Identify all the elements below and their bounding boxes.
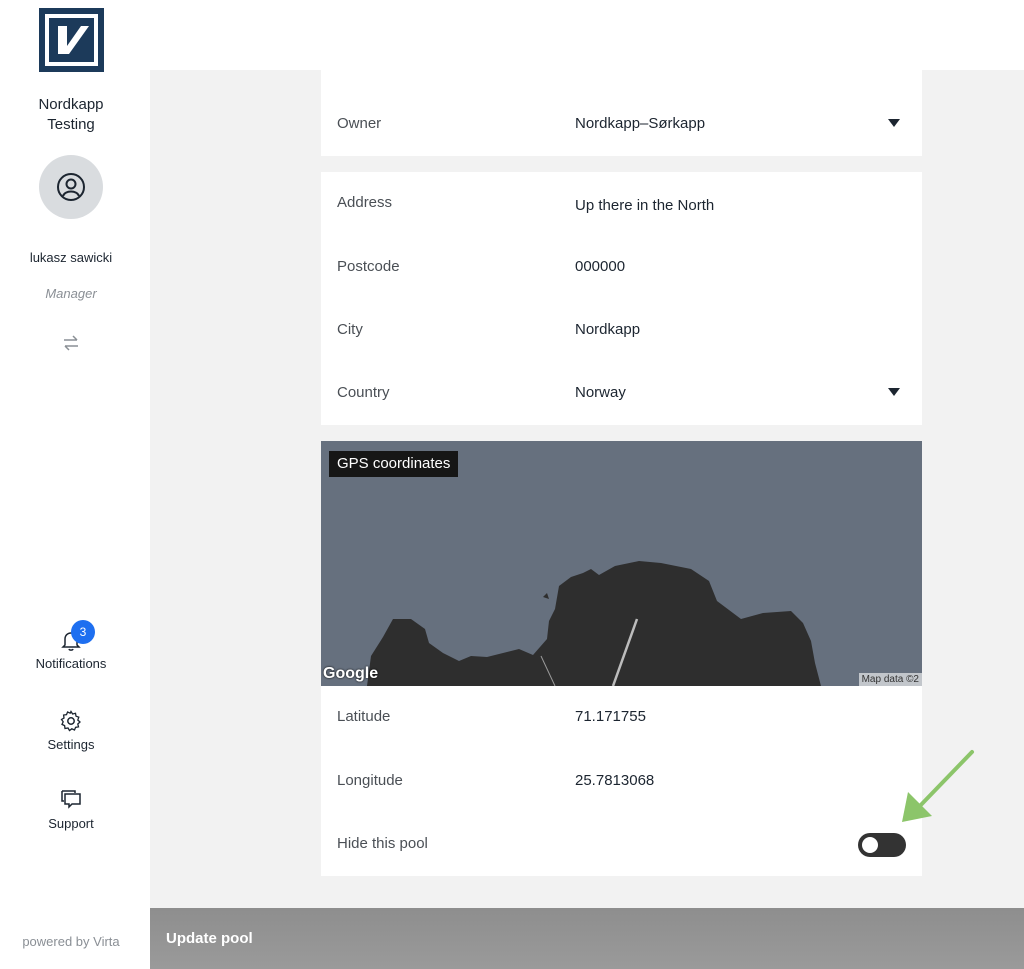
latitude-input[interactable]: 71.171755 (575, 708, 646, 725)
switch-arrows-icon[interactable] (61, 333, 81, 353)
gps-map[interactable]: GPS coordinates Google Map data ©2 (321, 441, 922, 686)
toggle-knob (862, 837, 878, 853)
city-label: City (337, 321, 363, 338)
nav-settings[interactable]: Settings (0, 709, 142, 752)
coordinates-card: Latitude 71.171755 Longitude 25.7813068 … (321, 686, 922, 876)
address-label: Address (337, 194, 393, 211)
footer-bar: Update pool (150, 908, 1024, 969)
nav-settings-label: Settings (47, 737, 95, 752)
avatar[interactable] (39, 155, 103, 219)
address-row[interactable]: Address Up there in the North (321, 184, 922, 224)
city-input[interactable]: Nordkapp (575, 321, 640, 338)
user-name: lukasz sawicki (29, 250, 113, 265)
map-terrain (367, 561, 821, 686)
sidebar: Nordkapp Testing lukasz sawicki Manager … (0, 0, 150, 969)
latitude-row[interactable]: Latitude 71.171755 (321, 698, 922, 738)
organization-name: Nordkapp Testing (38, 96, 104, 133)
latitude-label: Latitude (337, 708, 391, 725)
postcode-row[interactable]: Postcode 000000 (321, 248, 922, 288)
address-input[interactable]: Up there in the North (575, 197, 714, 214)
update-pool-button[interactable]: Update pool (166, 930, 253, 947)
gear-icon (60, 710, 81, 732)
owner-card: Owner Nordkapp–Sørkapp (321, 70, 922, 156)
map-title: GPS coordinates (329, 451, 459, 477)
google-logo[interactable]: Google (323, 665, 378, 683)
nav-support[interactable]: Support (0, 788, 142, 831)
address-card: Address Up there in the North Postcode 0… (321, 172, 922, 425)
longitude-row[interactable]: Longitude 25.7813068 (321, 762, 922, 802)
map-credit[interactable]: Map data ©2 (858, 673, 922, 686)
postcode-input[interactable]: 000000 (575, 258, 625, 275)
city-row[interactable]: City Nordkapp (321, 311, 922, 351)
owner-row[interactable]: Owner Nordkapp–Sørkapp (321, 105, 922, 145)
user-circle-icon (57, 173, 85, 201)
virta-logo-icon[interactable] (39, 8, 104, 72)
postcode-label: Postcode (337, 258, 400, 275)
country-label: Country (337, 384, 390, 401)
powered-by-text: powered by Virta (22, 934, 120, 949)
chevron-down-icon[interactable] (888, 388, 900, 396)
hide-pool-label: Hide this pool (337, 835, 428, 852)
owner-select[interactable]: Nordkapp–Sørkapp (575, 115, 705, 132)
nav-notifications-label: Notifications (35, 656, 107, 671)
hide-pool-toggle[interactable] (858, 833, 906, 857)
user-role: Manager (45, 286, 97, 301)
annotation-arrow-icon (902, 750, 974, 822)
chevron-down-icon[interactable] (888, 119, 900, 127)
nav-support-label: Support (48, 816, 94, 831)
hide-pool-row[interactable]: Hide this pool (321, 825, 922, 865)
country-select[interactable]: Norway (575, 384, 626, 401)
longitude-input[interactable]: 25.7813068 (575, 772, 654, 789)
longitude-label: Longitude (337, 772, 403, 789)
country-row[interactable]: Country Norway (321, 374, 922, 414)
chat-bubbles-icon (61, 790, 81, 809)
notification-badge: 3 (71, 620, 95, 644)
owner-label: Owner (337, 115, 382, 132)
